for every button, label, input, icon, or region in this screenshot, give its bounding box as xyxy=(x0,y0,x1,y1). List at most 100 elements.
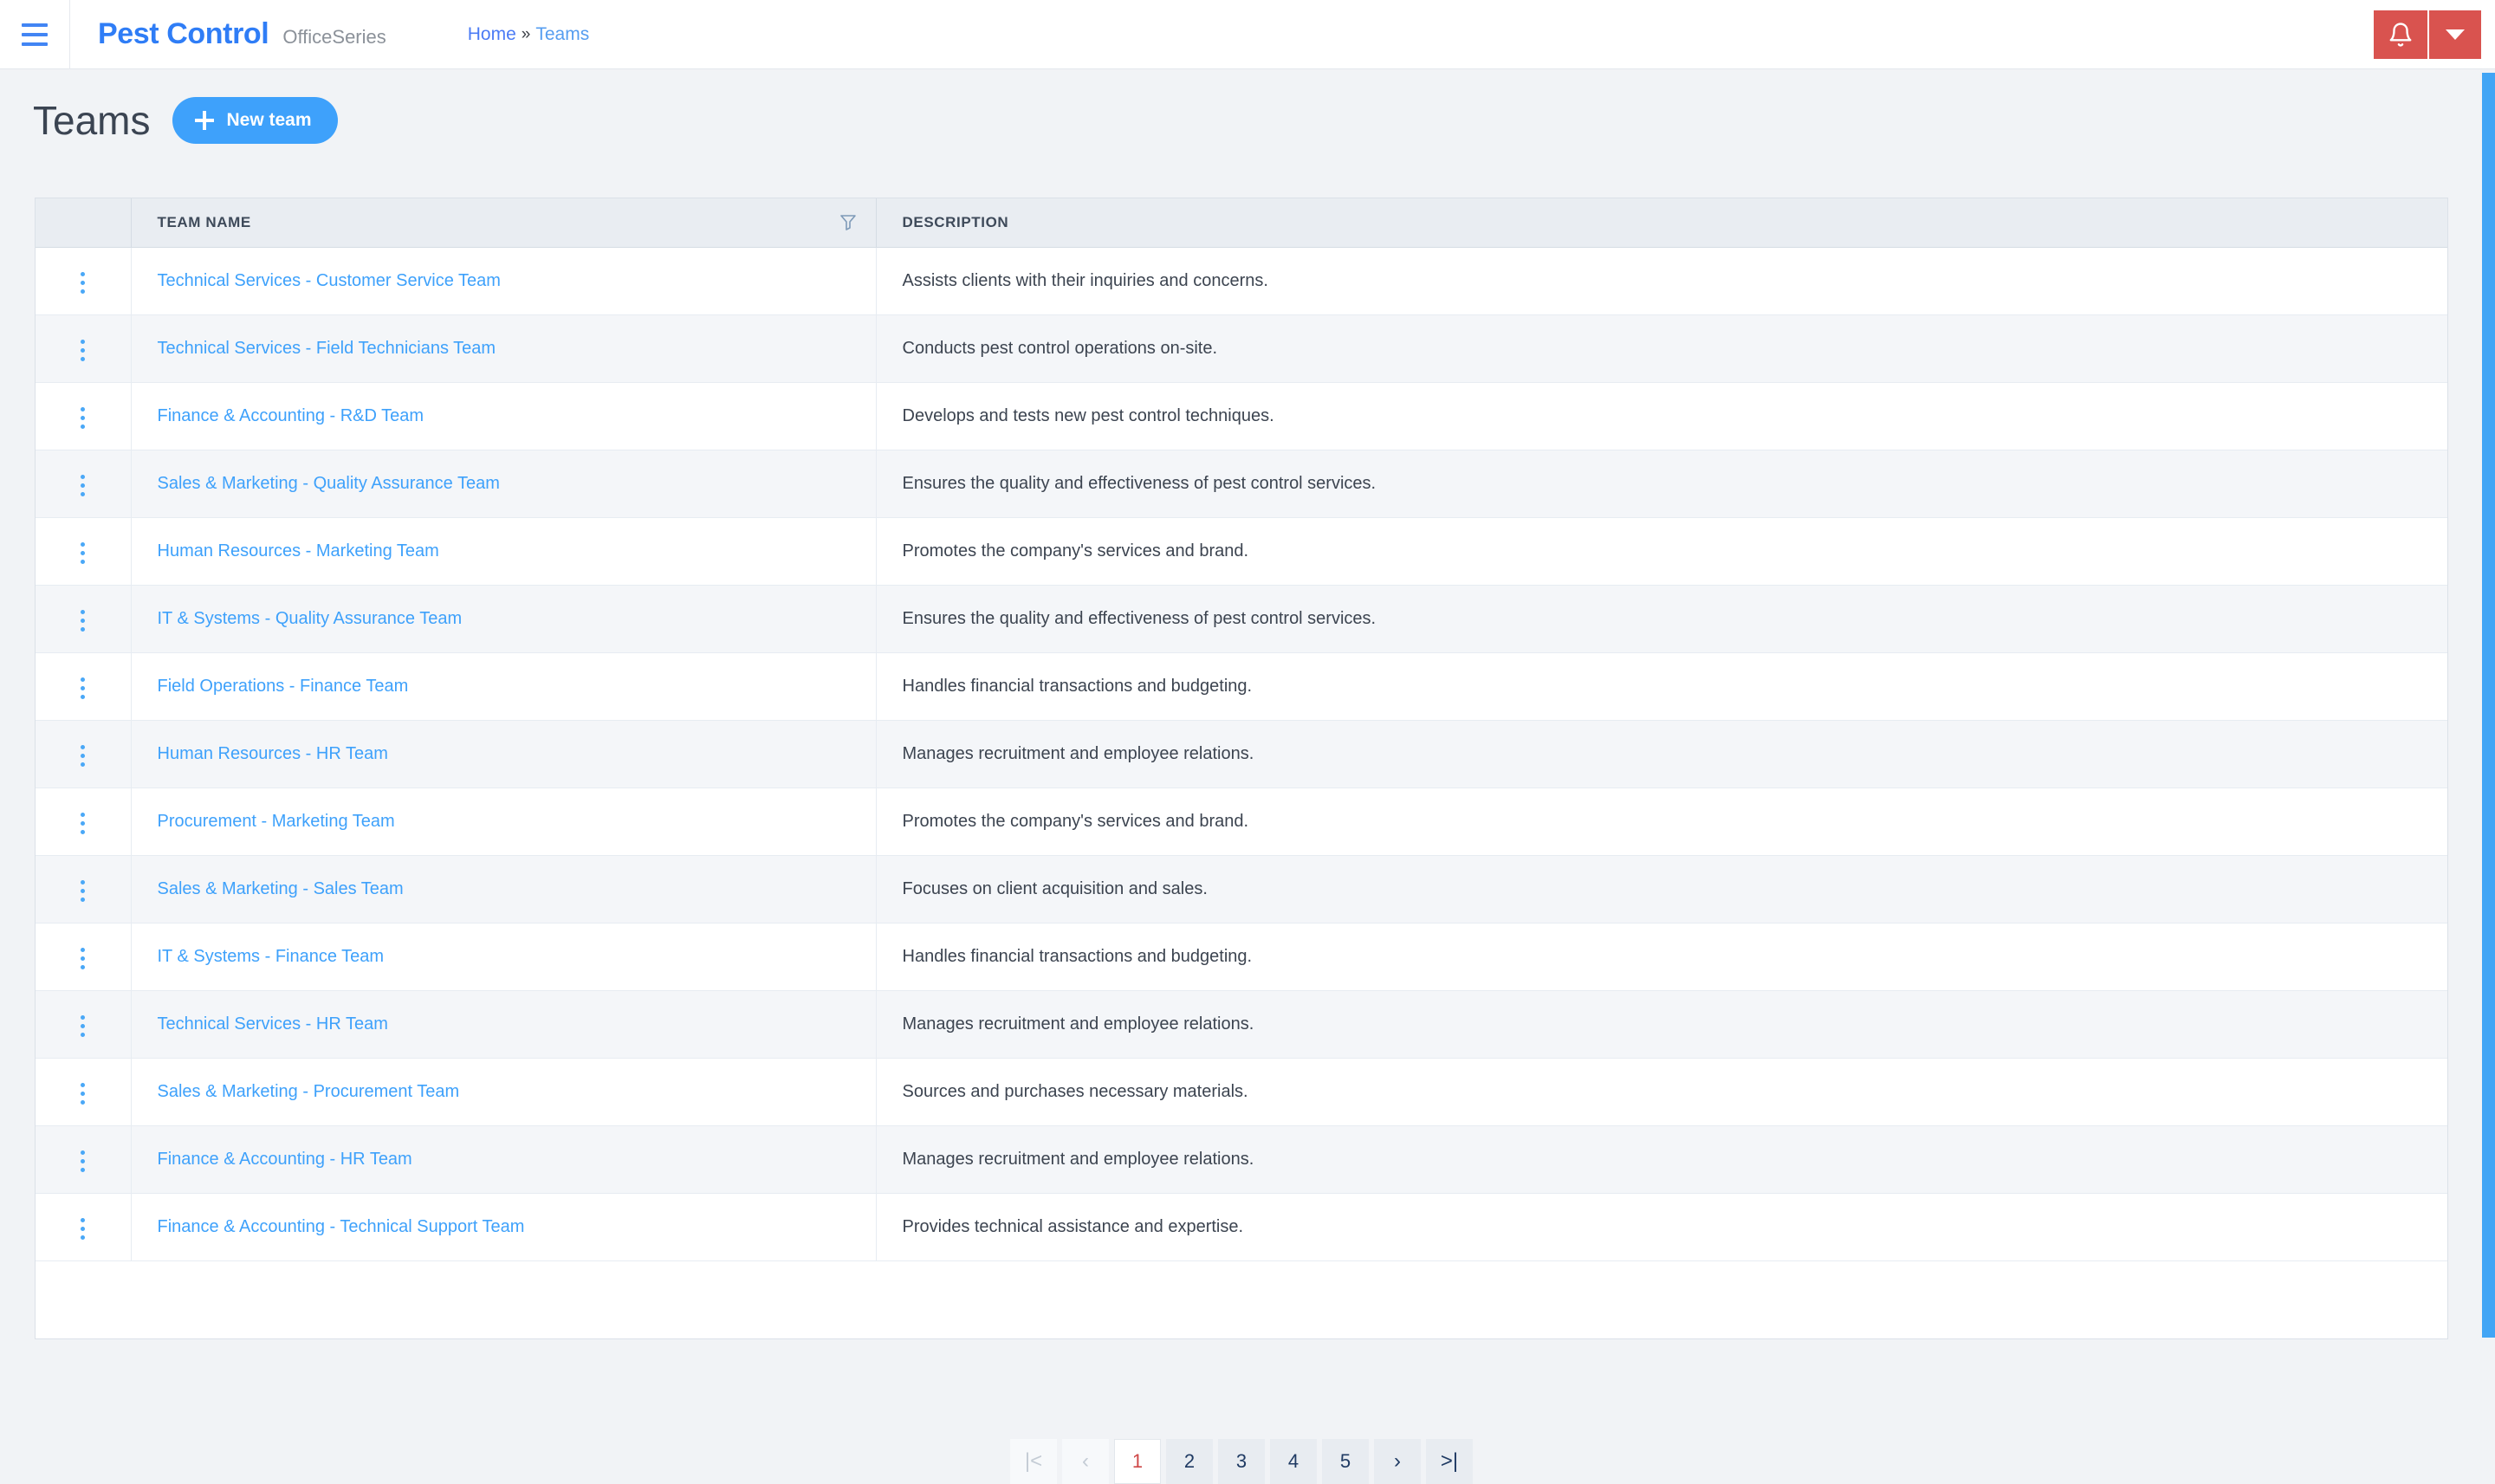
vertical-dots-icon[interactable] xyxy=(74,265,92,301)
team-name-link[interactable]: Sales & Marketing - Sales Team xyxy=(158,879,404,898)
top-header-bar: Pest Control OfficeSeries Home » Teams xyxy=(0,0,2495,69)
table-row: Sales & Marketing - Quality Assurance Te… xyxy=(36,450,2447,518)
team-name-link[interactable]: IT & Systems - Quality Assurance Team xyxy=(158,609,463,628)
notification-group xyxy=(2374,10,2481,59)
team-description-cell: Ensures the quality and effectiveness of… xyxy=(876,585,2447,653)
team-name-cell: Technical Services - Field Technicians T… xyxy=(131,314,877,383)
table-row: Field Operations - Finance Team Handles f… xyxy=(36,652,2447,721)
team-description-cell: Handles financial transactions and budge… xyxy=(876,652,2447,721)
team-description-cell: Develops and tests new pest control tech… xyxy=(876,382,2447,450)
teams-table-card: TEAM NAME DESCRIPTION Technical Services… xyxy=(35,198,2448,1484)
page-title: Teams xyxy=(33,98,151,143)
page-heading: Teams New team xyxy=(33,97,338,144)
row-actions-cell xyxy=(36,787,132,856)
vertical-dots-icon[interactable] xyxy=(74,1008,92,1044)
pagination-prev-button[interactable]: ‹ xyxy=(1062,1439,1109,1484)
table-header-row: TEAM NAME DESCRIPTION xyxy=(36,198,2447,248)
pagination-page-2[interactable]: 2 xyxy=(1166,1439,1213,1484)
team-name-link[interactable]: IT & Systems - Finance Team xyxy=(158,947,385,966)
team-name-cell: Sales & Marketing - Quality Assurance Te… xyxy=(131,450,877,518)
table-row: Technical Services - Customer Service Te… xyxy=(36,247,2447,315)
team-name-link[interactable]: Technical Services - Customer Service Te… xyxy=(158,271,501,290)
vertical-dots-icon[interactable] xyxy=(74,1076,92,1111)
vertical-dots-icon[interactable] xyxy=(74,671,92,706)
team-name-link[interactable]: Technical Services - HR Team xyxy=(158,1014,388,1034)
pagination-first-button[interactable]: |< xyxy=(1010,1439,1057,1484)
teams-table: TEAM NAME DESCRIPTION Technical Services… xyxy=(36,198,2447,1261)
vertical-dots-icon[interactable] xyxy=(74,738,92,774)
row-actions-cell xyxy=(36,720,132,788)
brand-logo[interactable]: Pest Control OfficeSeries xyxy=(98,17,386,51)
hamburger-menu-icon[interactable] xyxy=(0,0,69,69)
vertical-dots-icon[interactable] xyxy=(74,941,92,976)
team-name-cell: Finance & Accounting - R&D Team xyxy=(131,382,877,450)
brand-name: Pest Control xyxy=(98,17,269,50)
vertical-dots-icon[interactable] xyxy=(74,603,92,638)
row-actions-cell xyxy=(36,990,132,1059)
team-name-link[interactable]: Technical Services - Field Technicians T… xyxy=(158,339,496,358)
filter-funnel-icon[interactable] xyxy=(839,213,857,232)
row-actions-cell xyxy=(36,314,132,383)
pagination-page-5[interactable]: 5 xyxy=(1322,1439,1369,1484)
team-name-link[interactable]: Field Operations - Finance Team xyxy=(158,677,409,696)
new-team-button-label: New team xyxy=(226,110,312,130)
team-name-link[interactable]: Sales & Marketing - Quality Assurance Te… xyxy=(158,474,500,493)
team-description-cell: Conducts pest control operations on-site… xyxy=(876,314,2447,383)
team-name-cell: Sales & Marketing - Sales Team xyxy=(131,855,877,923)
hamburger-bar xyxy=(22,23,48,27)
breadcrumb: Home » Teams xyxy=(468,24,589,45)
team-name-link[interactable]: Human Resources - HR Team xyxy=(158,744,388,763)
breadcrumb-home-link[interactable]: Home xyxy=(468,24,516,45)
vertical-dots-icon[interactable] xyxy=(74,535,92,571)
new-team-button[interactable]: New team xyxy=(172,97,338,144)
team-name-cell: Sales & Marketing - Procurement Team xyxy=(131,1058,877,1126)
team-description-cell: Focuses on client acquisition and sales. xyxy=(876,855,2447,923)
row-actions-cell xyxy=(36,382,132,450)
team-name-cell: Finance & Accounting - HR Team xyxy=(131,1125,877,1194)
team-name-link[interactable]: Finance & Accounting - R&D Team xyxy=(158,406,424,425)
table-header: TEAM NAME DESCRIPTION xyxy=(36,198,2447,248)
row-actions-cell xyxy=(36,247,132,315)
vertical-dots-icon[interactable] xyxy=(74,333,92,368)
row-actions-cell xyxy=(36,855,132,923)
pagination-next-button[interactable]: › xyxy=(1374,1439,1421,1484)
team-name-cell: Human Resources - HR Team xyxy=(131,720,877,788)
table-row: IT & Systems - Quality Assurance Team Ens… xyxy=(36,585,2447,653)
table-row: Technical Services - HR Team Manages recr… xyxy=(36,990,2447,1059)
page-scrollbar-thumb[interactable] xyxy=(2482,73,2495,1338)
team-name-link[interactable]: Procurement - Marketing Team xyxy=(158,812,395,831)
team-description-cell: Sources and purchases necessary material… xyxy=(876,1058,2447,1126)
breadcrumb-separator: » xyxy=(521,24,531,43)
row-actions-cell xyxy=(36,517,132,586)
team-name-link[interactable]: Human Resources - Marketing Team xyxy=(158,541,439,561)
pagination-last-button[interactable]: >| xyxy=(1426,1439,1473,1484)
team-name-cell: Human Resources - Marketing Team xyxy=(131,517,877,586)
brand-subtitle: OfficeSeries xyxy=(282,26,386,48)
team-name-link[interactable]: Finance & Accounting - Technical Support… xyxy=(158,1217,525,1236)
vertical-dots-icon[interactable] xyxy=(74,400,92,436)
vertical-dots-icon[interactable] xyxy=(74,873,92,909)
pagination-page-4[interactable]: 4 xyxy=(1270,1439,1317,1484)
notification-bell-button[interactable] xyxy=(2374,10,2427,59)
vertical-dots-icon[interactable] xyxy=(74,1211,92,1247)
column-header-description: DESCRIPTION xyxy=(876,198,2447,248)
team-description-cell: Assists clients with their inquiries and… xyxy=(876,247,2447,315)
vertical-dots-icon[interactable] xyxy=(74,806,92,841)
team-description-cell: Promotes the company's services and bran… xyxy=(876,517,2447,586)
plus-icon xyxy=(195,111,215,130)
table-row: Sales & Marketing - Sales Team Focuses on… xyxy=(36,855,2447,923)
team-description-cell: Manages recruitment and employee relatio… xyxy=(876,720,2447,788)
notification-dropdown-button[interactable] xyxy=(2429,10,2481,59)
team-name-cell: Finance & Accounting - Technical Support… xyxy=(131,1193,877,1261)
team-description-cell: Manages recruitment and employee relatio… xyxy=(876,990,2447,1059)
table-row: Finance & Accounting - R&D Team Develops … xyxy=(36,382,2447,450)
pagination-page-1[interactable]: 1 xyxy=(1114,1439,1161,1484)
vertical-dots-icon[interactable] xyxy=(74,468,92,503)
row-actions-cell xyxy=(36,585,132,653)
pagination-page-3[interactable]: 3 xyxy=(1218,1439,1265,1484)
team-name-link[interactable]: Sales & Marketing - Procurement Team xyxy=(158,1082,460,1101)
row-actions-cell xyxy=(36,923,132,991)
team-name-link[interactable]: Finance & Accounting - HR Team xyxy=(158,1150,412,1169)
vertical-dots-icon[interactable] xyxy=(74,1144,92,1179)
team-name-cell: Technical Services - Customer Service Te… xyxy=(131,247,877,315)
